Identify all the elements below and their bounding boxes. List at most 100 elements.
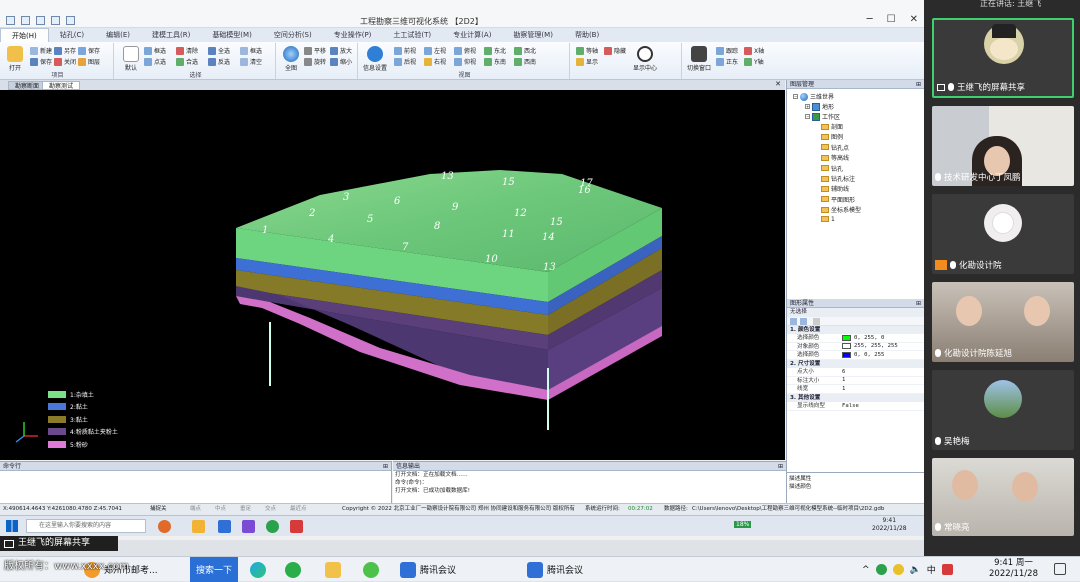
snap-toggle[interactable]: 捕捉关 xyxy=(150,504,167,515)
property-value[interactable]: 0, 255, 0 xyxy=(842,334,924,342)
display-center-button[interactable]: 显示中心 xyxy=(632,46,658,72)
participant-tile[interactable]: 常晓亮 xyxy=(932,458,1074,536)
snap-nearest[interactable]: 最近点 xyxy=(290,504,307,515)
minimize-icon[interactable]: ─ xyxy=(867,14,873,25)
taskbar-item-folder[interactable] xyxy=(325,557,341,582)
property-value[interactable]: 255, 255, 255 xyxy=(842,343,924,351)
left-view-button[interactable]: 左视 xyxy=(424,46,446,55)
tree-node[interactable]: 钻孔点 xyxy=(821,143,849,152)
close-doc-icon[interactable]: ✕ xyxy=(775,80,781,88)
iso-view-button[interactable]: 等轴 xyxy=(576,46,598,55)
menu-tab[interactable]: 专业计算(A) xyxy=(442,28,502,42)
menu-tab[interactable]: 专业操作(P) xyxy=(323,28,383,42)
tree-node[interactable]: 1 xyxy=(821,216,835,223)
switch-window-button[interactable]: 切换窗口 xyxy=(686,46,712,72)
box-select-button[interactable]: 框选 xyxy=(144,46,166,55)
taskbar-item-meeting2[interactable]: 腾讯会议 xyxy=(527,557,583,582)
close-doc-button[interactable]: 关闭 xyxy=(54,57,76,66)
tree-node[interactable]: 坐标系模型 xyxy=(821,205,861,214)
meeting-icon[interactable] xyxy=(218,520,231,533)
snap-midpoint[interactable]: 中点 xyxy=(215,504,226,515)
tray-app-icon[interactable] xyxy=(892,564,904,575)
tree-node[interactable]: 钻孔 xyxy=(821,164,843,173)
hide-button[interactable]: 隐藏 xyxy=(604,46,626,55)
close-icon[interactable]: ✕ xyxy=(910,14,918,25)
participant-tile[interactable]: 技术研发中心丁凤鹏 xyxy=(932,106,1074,186)
property-value[interactable]: 0, 0, 255 xyxy=(842,351,924,359)
menu-tab[interactable]: 基础模型(M) xyxy=(201,28,263,42)
maximize-icon[interactable]: ☐ xyxy=(887,14,896,25)
property-value[interactable]: 1 xyxy=(842,385,924,393)
tree-root[interactable]: − 三维世界 xyxy=(793,92,834,101)
pin-icon[interactable]: ⊞ xyxy=(916,80,921,89)
southeast-view-button[interactable]: 东南 xyxy=(484,57,506,66)
categorized-icon[interactable] xyxy=(790,317,797,325)
taskbar-item-edge[interactable] xyxy=(250,557,266,582)
windows-start-icon[interactable] xyxy=(6,520,18,532)
taskbar-item-search[interactable]: 搜索一下 xyxy=(190,557,239,582)
taskbar-search-input[interactable]: 在这里输入你要搜索的内容 xyxy=(26,519,146,533)
menu-tab[interactable]: 编辑(E) xyxy=(95,28,141,42)
property-row[interactable]: 显示线向型 False xyxy=(787,402,924,411)
taskbar-item-wechat[interactable] xyxy=(285,557,301,582)
save-icon[interactable] xyxy=(21,16,30,25)
snap-perpendicular[interactable]: 垂足 xyxy=(240,504,251,515)
menu-tab[interactable]: 开始(H) xyxy=(0,28,49,42)
open-icon[interactable] xyxy=(36,16,45,25)
property-value[interactable]: 6 xyxy=(842,368,924,376)
point-select-button[interactable]: 点选 xyxy=(144,57,166,66)
clear-select-button[interactable]: 清除 xyxy=(176,46,198,55)
menu-tab[interactable]: 帮助(B) xyxy=(564,28,610,42)
menu-tab[interactable]: 土工试验(T) xyxy=(382,28,442,42)
command-input[interactable] xyxy=(0,472,391,500)
front-view-button[interactable]: 前视 xyxy=(394,46,416,55)
screen-share-banner[interactable]: 王继飞的屏幕共享 xyxy=(0,536,118,551)
default-select-button[interactable]: 默认 xyxy=(120,46,142,72)
snap-intersection[interactable]: 交点 xyxy=(265,504,276,515)
app-icon[interactable] xyxy=(158,520,171,533)
property-value[interactable]: 1 xyxy=(842,377,924,385)
app-icon[interactable] xyxy=(242,520,255,533)
redo-icon[interactable] xyxy=(66,16,75,25)
3d-viewport[interactable]: 1 2 3 4 5 6 7 8 9 10 11 12 13 13 14 15 1… xyxy=(0,90,785,460)
participant-tile[interactable]: 吴艳梅 xyxy=(932,370,1074,450)
tab-survey-section[interactable]: 勘察断面 xyxy=(8,81,47,90)
track-button[interactable]: 跟踪 xyxy=(716,46,738,55)
zoom-in-button[interactable]: 放大 xyxy=(330,46,352,55)
participant-tile[interactable]: 化勘设计院 xyxy=(932,194,1074,274)
southwest-view-button[interactable]: 西南 xyxy=(514,57,536,66)
tree-node-terrain[interactable]: + 地形 xyxy=(805,102,834,111)
full-extent-button[interactable]: 全图 xyxy=(280,46,302,72)
property-row[interactable]: 选择颜色 0, 0, 255 xyxy=(787,351,924,360)
property-row[interactable]: 线宽 1 xyxy=(787,385,924,394)
tab-survey-test[interactable]: 勘察测试 xyxy=(42,81,81,90)
chevron-up-icon[interactable]: ^ xyxy=(862,565,870,575)
save-as-button[interactable]: 另存 xyxy=(54,46,76,55)
tree-node[interactable]: 等高线 xyxy=(821,153,849,162)
tree-node-workspace[interactable]: − 工作区 xyxy=(805,112,840,121)
ime-indicator[interactable]: 中 xyxy=(927,563,936,576)
open-button[interactable]: 打开 xyxy=(4,46,26,72)
participant-tile[interactable]: 王继飞的屏幕共享 xyxy=(932,18,1074,98)
browser-icon[interactable] xyxy=(266,520,279,533)
tree-node[interactable]: 图例 xyxy=(821,132,843,141)
snap-endpoint[interactable]: 端点 xyxy=(190,504,201,515)
pin-icon[interactable]: ⊞ xyxy=(778,462,783,471)
tree-node[interactable]: 钻孔标注 xyxy=(821,174,855,183)
volume-icon[interactable]: 🔈 xyxy=(910,565,921,575)
merge-select-button[interactable]: 合选 xyxy=(176,57,198,66)
property-row[interactable]: 标注大小 1 xyxy=(787,377,924,385)
property-category[interactable]: 2. 尺寸设置 xyxy=(787,359,924,368)
tray-app-icon[interactable] xyxy=(875,564,887,575)
menu-tab[interactable]: 钻孔(C) xyxy=(49,28,95,42)
folder-icon[interactable] xyxy=(192,520,205,533)
east-button[interactable]: 正东 xyxy=(716,57,738,66)
pan-button[interactable]: 平移 xyxy=(304,46,326,55)
property-row[interactable]: 点大小 6 xyxy=(787,368,924,377)
right-view-button[interactable]: 右视 xyxy=(424,57,446,66)
pdf-icon[interactable] xyxy=(290,520,303,533)
y-axis-button[interactable]: Y轴 xyxy=(744,57,764,66)
pin-icon[interactable]: ⊞ xyxy=(916,299,921,308)
menu-tab[interactable]: 空间分析(S) xyxy=(263,28,323,42)
taskbar-item-meeting[interactable]: 腾讯会议 xyxy=(400,557,456,582)
